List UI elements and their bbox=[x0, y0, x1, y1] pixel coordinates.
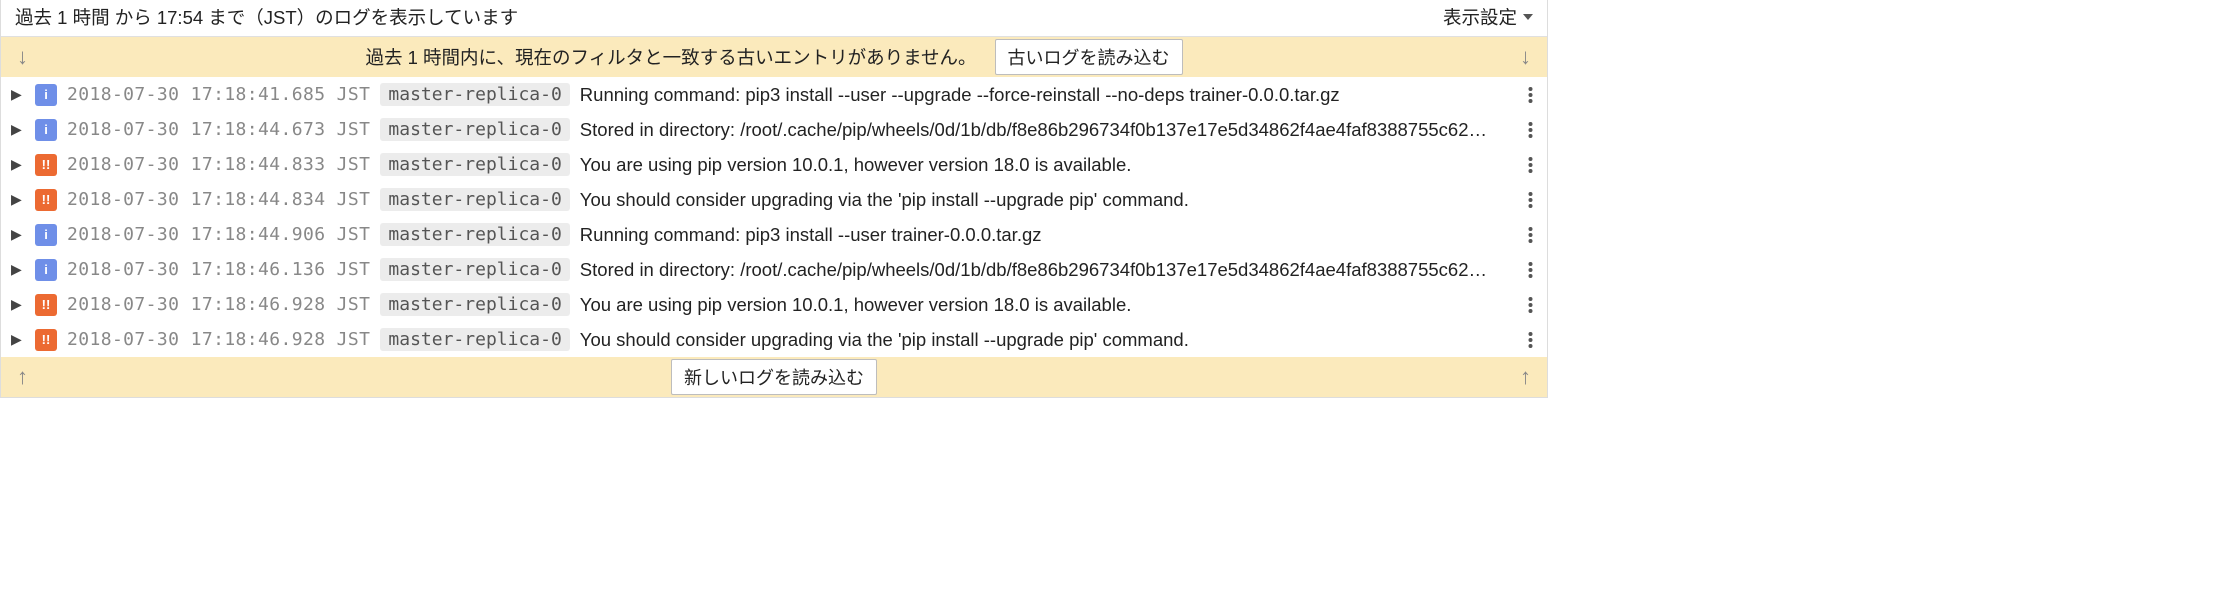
info-icon: i bbox=[35, 119, 57, 141]
newer-logs-banner: ↑ 新しいログを読み込む ↑ bbox=[1, 357, 1547, 397]
replica-label: master-replica-0 bbox=[380, 293, 569, 316]
kebab-menu-icon[interactable] bbox=[1524, 331, 1537, 349]
warning-icon: !! bbox=[35, 294, 57, 316]
timestamp: 2018-07-30 17:18:46.928 JST bbox=[67, 329, 370, 350]
kebab-menu-icon[interactable] bbox=[1524, 226, 1537, 244]
log-row[interactable]: ▶!! 2018-07-30 17:18:46.928 JST master-rep… bbox=[1, 287, 1547, 322]
warning-icon: !! bbox=[35, 154, 57, 176]
older-logs-banner: ↓ 過去 1 時間内に、現在のフィルタと一致する古いエントリがありません。 古い… bbox=[1, 37, 1547, 77]
log-message: You are using pip version 10.0.1, howeve… bbox=[580, 294, 1514, 316]
time-range-status: 過去 1 時間 から 17:54 まで（JST）のログを表示しています bbox=[15, 4, 518, 30]
expand-icon[interactable]: ▶ bbox=[11, 261, 25, 278]
replica-label: master-replica-0 bbox=[380, 188, 569, 211]
arrow-up-icon[interactable]: ↑ bbox=[13, 362, 32, 392]
log-row[interactable]: ▶!! 2018-07-30 17:18:44.833 JST master-rep… bbox=[1, 147, 1547, 182]
timestamp: 2018-07-30 17:18:44.834 JST bbox=[67, 189, 370, 210]
timestamp: 2018-07-30 17:18:41.685 JST bbox=[67, 84, 370, 105]
expand-icon[interactable]: ▶ bbox=[11, 226, 25, 243]
kebab-menu-icon[interactable] bbox=[1524, 261, 1537, 279]
expand-icon[interactable]: ▶ bbox=[11, 121, 25, 138]
arrow-down-icon[interactable]: ↓ bbox=[13, 42, 32, 72]
replica-label: master-replica-0 bbox=[380, 118, 569, 141]
replica-label: master-replica-0 bbox=[380, 258, 569, 281]
display-settings-label: 表示設定 bbox=[1443, 4, 1517, 30]
timestamp: 2018-07-30 17:18:44.906 JST bbox=[67, 224, 370, 245]
timestamp: 2018-07-30 17:18:44.673 JST bbox=[67, 119, 370, 140]
info-icon: i bbox=[35, 224, 57, 246]
log-message: You are using pip version 10.0.1, howeve… bbox=[580, 154, 1514, 176]
warning-icon: !! bbox=[35, 189, 57, 211]
older-logs-message: 過去 1 時間内に、現在のフィルタと一致する古いエントリがありません。 bbox=[365, 44, 976, 70]
log-message: You should consider upgrading via the 'p… bbox=[580, 329, 1514, 351]
replica-label: master-replica-0 bbox=[380, 153, 569, 176]
expand-icon[interactable]: ▶ bbox=[11, 156, 25, 173]
load-newer-logs-button[interactable]: 新しいログを読み込む bbox=[671, 359, 877, 395]
kebab-menu-icon[interactable] bbox=[1524, 191, 1537, 209]
expand-icon[interactable]: ▶ bbox=[11, 331, 25, 348]
log-message: Running command: pip3 install --user tra… bbox=[580, 224, 1514, 246]
display-settings-dropdown[interactable]: 表示設定 bbox=[1443, 4, 1533, 30]
info-icon: i bbox=[35, 259, 57, 281]
replica-label: master-replica-0 bbox=[380, 328, 569, 351]
kebab-menu-icon[interactable] bbox=[1524, 296, 1537, 314]
replica-label: master-replica-0 bbox=[380, 223, 569, 246]
expand-icon[interactable]: ▶ bbox=[11, 86, 25, 103]
log-row[interactable]: ▶ i 2018-07-30 17:18:44.673 JST master-repl… bbox=[1, 112, 1547, 147]
warning-icon: !! bbox=[35, 329, 57, 351]
log-rows: ▶ i 2018-07-30 17:18:41.685 JST master-repl… bbox=[1, 77, 1547, 357]
log-row[interactable]: ▶ i 2018-07-30 17:18:41.685 JST master-repl… bbox=[1, 77, 1547, 112]
kebab-menu-icon[interactable] bbox=[1524, 121, 1537, 139]
expand-icon[interactable]: ▶ bbox=[11, 296, 25, 313]
timestamp: 2018-07-30 17:18:44.833 JST bbox=[67, 154, 370, 175]
kebab-menu-icon[interactable] bbox=[1524, 86, 1537, 104]
log-row[interactable]: ▶!! 2018-07-30 17:18:44.834 JST master-rep… bbox=[1, 182, 1547, 217]
chevron-down-icon bbox=[1523, 14, 1533, 20]
log-message: Stored in directory: /root/.cache/pip/wh… bbox=[580, 119, 1514, 141]
arrow-down-icon[interactable]: ↓ bbox=[1516, 42, 1535, 72]
expand-icon[interactable]: ▶ bbox=[11, 191, 25, 208]
log-message: Stored in directory: /root/.cache/pip/wh… bbox=[580, 259, 1514, 281]
log-message: You should consider upgrading via the 'p… bbox=[580, 189, 1514, 211]
kebab-menu-icon[interactable] bbox=[1524, 156, 1537, 174]
timestamp: 2018-07-30 17:18:46.928 JST bbox=[67, 294, 370, 315]
log-row[interactable]: ▶ i 2018-07-30 17:18:44.906 JST master-repl… bbox=[1, 217, 1547, 252]
load-older-logs-button[interactable]: 古いログを読み込む bbox=[995, 39, 1183, 75]
arrow-up-icon[interactable]: ↑ bbox=[1516, 362, 1535, 392]
log-row[interactable]: ▶!! 2018-07-30 17:18:46.928 JST master-rep… bbox=[1, 322, 1547, 357]
log-message: Running command: pip3 install --user --u… bbox=[580, 84, 1514, 106]
log-row[interactable]: ▶ i 2018-07-30 17:18:46.136 JST master-repl… bbox=[1, 252, 1547, 287]
toolbar: 過去 1 時間 から 17:54 まで（JST）のログを表示しています 表示設定 bbox=[1, 0, 1547, 37]
timestamp: 2018-07-30 17:18:46.136 JST bbox=[67, 259, 370, 280]
info-icon: i bbox=[35, 84, 57, 106]
replica-label: master-replica-0 bbox=[380, 83, 569, 106]
